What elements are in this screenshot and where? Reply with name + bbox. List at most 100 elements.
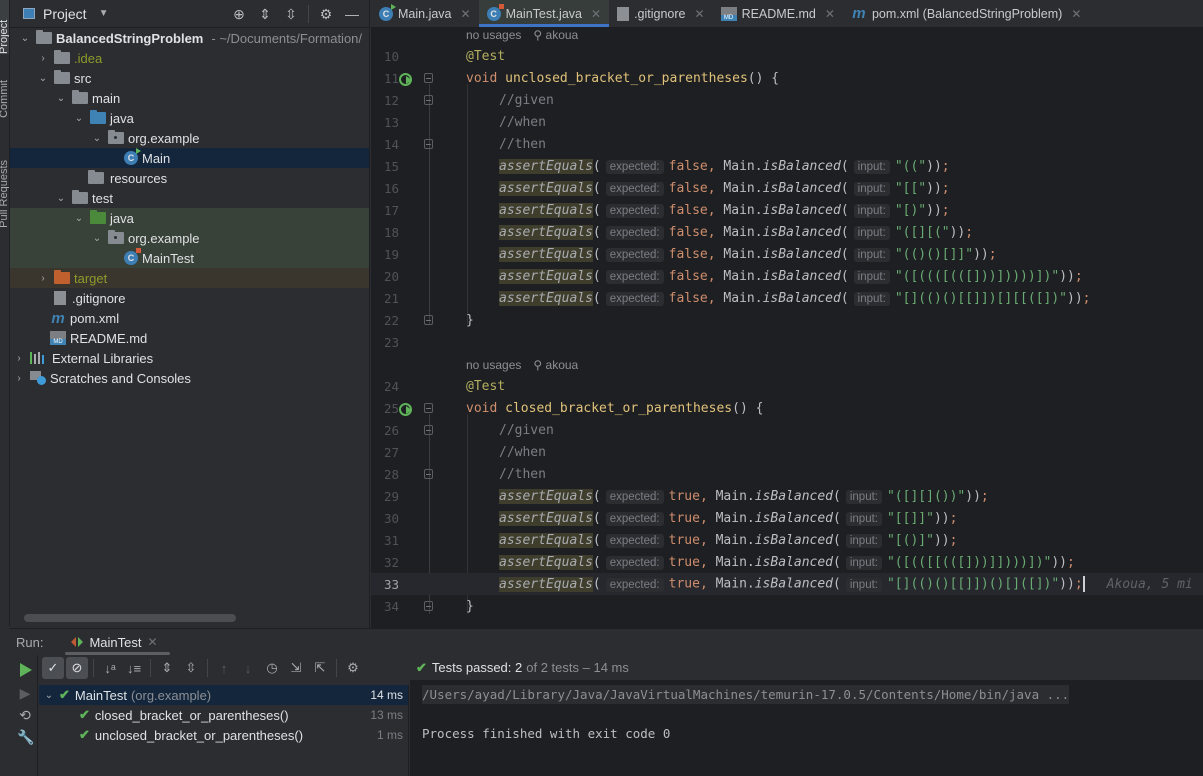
close-icon[interactable]: ✕ — [1071, 7, 1081, 21]
run-test-icon[interactable] — [399, 402, 412, 416]
author-hint[interactable]: ⚲ akoua — [533, 28, 578, 42]
author-hint[interactable]: ⚲ akoua — [533, 358, 578, 372]
code-vision-hint[interactable]: no usages ⚲ akoua — [466, 358, 578, 372]
tree-item-pom[interactable]: m pom.xml — [10, 308, 369, 328]
close-parens: )) — [933, 532, 950, 548]
tree-item-test-package[interactable]: ⌄ org.example — [10, 228, 369, 248]
line-number: 29 — [383, 488, 399, 504]
tree-item-readme[interactable]: MD README.md — [10, 328, 369, 348]
chevron-down-icon[interactable]: ⌄ — [72, 213, 86, 224]
minimize-icon[interactable]: — — [343, 5, 361, 23]
expand-all-icon[interactable]: ⇕ — [156, 657, 178, 679]
chevron-down-icon[interactable]: ⌄ — [54, 93, 68, 104]
chevron-down-icon[interactable]: ▼ — [99, 8, 109, 19]
fold-marker-icon[interactable] — [424, 425, 433, 435]
fold-marker-icon[interactable] — [424, 139, 433, 149]
fold-marker-icon[interactable] — [424, 469, 433, 479]
tree-item-main-package[interactable]: ⌄ org.example — [10, 128, 369, 148]
class-reference: Main. — [715, 576, 755, 592]
rerun-icon[interactable] — [20, 663, 32, 677]
tree-item-src[interactable]: ⌄ src — [10, 68, 369, 88]
previous-failed-test-icon[interactable]: ↑ — [213, 657, 235, 679]
tab-main-java[interactable]: C Main.java ✕ — [371, 0, 479, 27]
tree-item-label: README.md — [70, 330, 148, 346]
export-tests-icon[interactable]: ⇱ — [309, 657, 331, 679]
chevron-down-icon[interactable]: ⌄ — [90, 133, 104, 144]
tree-item-test-java[interactable]: ⌄ java — [10, 208, 369, 228]
tab-readme[interactable]: MD README.md ✕ — [713, 0, 843, 27]
code-vision-hint[interactable]: no usages ⚲ akoua — [466, 28, 578, 42]
usages-hint[interactable]: no usages — [466, 28, 521, 42]
project-tool-button[interactable]: Project — [0, 0, 9, 54]
horizontal-scrollbar[interactable] — [24, 614, 236, 622]
close-icon[interactable]: ✕ — [148, 635, 158, 649]
locate-icon[interactable]: ⊕ — [230, 5, 248, 23]
project-view-title[interactable]: Project — [43, 6, 87, 22]
collapse-all-icon[interactable]: ⇳ — [180, 657, 202, 679]
gear-icon[interactable]: ⚙ — [342, 657, 364, 679]
chevron-down-icon[interactable]: ⌄ — [72, 113, 86, 124]
fold-marker-icon[interactable] — [424, 315, 433, 325]
tab-maintest-java[interactable]: C MainTest.java ✕ — [478, 0, 610, 27]
usages-hint[interactable]: no usages — [466, 358, 521, 372]
chevron-right-icon[interactable]: › — [36, 53, 50, 64]
comment: //then — [499, 136, 546, 152]
tree-item-project-root[interactable]: ⌄ BalancedStringProblem - ~/Documents/Fo… — [10, 28, 369, 48]
show-ignored-icon[interactable]: ⊘ — [66, 657, 88, 679]
test-case-row[interactable]: ✔ closed_bracket_or_parentheses() 13 ms — [39, 705, 408, 725]
tree-item-test[interactable]: ⌄ test — [10, 188, 369, 208]
fold-marker-icon[interactable] — [424, 601, 433, 611]
fold-marker-icon[interactable] — [424, 403, 433, 413]
toggle-auto-test-icon[interactable]: ⟲ — [17, 707, 33, 723]
tree-item-gitignore[interactable]: .gitignore — [10, 288, 369, 308]
tree-item-idea[interactable]: › .idea — [10, 48, 369, 68]
test-case-row[interactable]: ✔ unclosed_bracket_or_parentheses() 1 ms — [39, 725, 408, 745]
test-history-icon[interactable]: ◷ — [261, 657, 283, 679]
tree-item-scratches[interactable]: › Scratches and Consoles — [10, 368, 369, 388]
collapse-all-icon[interactable]: ⇳ — [282, 5, 300, 23]
test-suite-row[interactable]: ⌄ ✔ MainTest (org.example) 14 ms — [39, 685, 408, 705]
punctuation: () { — [732, 400, 764, 416]
close-icon[interactable]: ✕ — [695, 7, 705, 21]
tree-item-target[interactable]: › target — [10, 268, 369, 288]
rerun-failed-icon[interactable]: ▶ — [17, 685, 33, 701]
console-output[interactable]: ✔ Tests passed: 2 of 2 tests – 14 ms /Us… — [410, 655, 1203, 776]
chevron-down-icon[interactable]: ⌄ — [39, 690, 59, 701]
close-icon[interactable]: ✕ — [591, 7, 601, 21]
next-failed-test-icon[interactable]: ↓ — [237, 657, 259, 679]
import-tests-icon[interactable]: ⇲ — [285, 657, 307, 679]
chevron-down-icon[interactable]: ⌄ — [36, 73, 50, 84]
chevron-right-icon[interactable]: › — [12, 353, 26, 364]
show-passed-icon[interactable]: ✓ — [42, 657, 64, 679]
sort-by-duration-icon[interactable]: ↓≡ — [123, 657, 145, 679]
fold-marker-icon[interactable] — [424, 95, 433, 105]
pull-requests-tool-button[interactable]: Pull Requests — [0, 160, 9, 228]
expand-all-icon[interactable]: ⇕ — [256, 5, 274, 23]
tree-item-main[interactable]: ⌄ main — [10, 88, 369, 108]
close-icon[interactable]: ✕ — [825, 7, 835, 21]
gear-icon[interactable]: ⚙ — [317, 5, 335, 23]
chevron-down-icon[interactable]: ⌄ — [54, 193, 68, 204]
line-number: 27 — [383, 444, 399, 460]
tree-item-main-class[interactable]: C Main — [10, 148, 369, 168]
chevron-down-icon[interactable]: ⌄ — [90, 233, 104, 244]
chevron-down-icon[interactable]: ⌄ — [18, 33, 32, 44]
fold-marker-icon[interactable] — [424, 73, 433, 83]
commit-tool-button[interactable]: Commit — [0, 80, 9, 118]
tab-pom[interactable]: m pom.xml (BalancedStringProblem) ✕ — [843, 0, 1089, 27]
sort-alphabetically-icon[interactable]: ↓ᵃ — [99, 657, 121, 679]
run-tab-maintest[interactable]: MainTest ✕ — [65, 629, 170, 655]
class-reference: Main. — [723, 290, 763, 306]
code-area[interactable]: no usages ⚲ akoua 10 @Test 11 void unclos… — [371, 28, 1203, 628]
close-icon[interactable]: ✕ — [461, 7, 471, 21]
tab-gitignore[interactable]: .gitignore ✕ — [609, 0, 713, 27]
tree-item-main-java[interactable]: ⌄ java — [10, 108, 369, 128]
tree-item-resources[interactable]: resources — [10, 168, 369, 188]
run-test-icon[interactable] — [399, 72, 412, 86]
wrench-icon[interactable]: 🔧 — [17, 729, 34, 745]
tree-item-external-libraries[interactable]: › External Libraries — [10, 348, 369, 368]
console-command-line[interactable]: /Users/ayad/Library/Java/JavaVirtualMach… — [422, 685, 1070, 704]
tree-item-maintest-class[interactable]: C MainTest — [10, 248, 369, 268]
chevron-right-icon[interactable]: › — [12, 373, 26, 384]
chevron-right-icon[interactable]: › — [36, 273, 50, 284]
